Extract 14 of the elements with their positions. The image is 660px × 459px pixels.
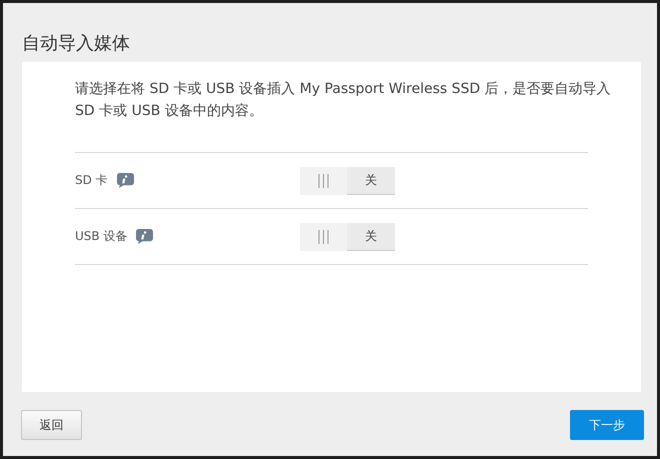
- toggle-switch[interactable]: 关: [300, 222, 395, 250]
- toggle-state: 关: [364, 172, 378, 188]
- setting-label: SD 卡: [75, 172, 108, 189]
- back-button[interactable]: 返回: [21, 410, 82, 440]
- toggle-state: 关: [364, 228, 378, 244]
- grip-icon: [300, 166, 347, 194]
- info-icon[interactable]: [135, 228, 154, 245]
- page-title: 自动导入媒体: [22, 32, 131, 56]
- info-icon[interactable]: [116, 172, 135, 189]
- next-button[interactable]: 下一步: [570, 410, 644, 440]
- grip-icon: [300, 222, 347, 250]
- toggle-switch[interactable]: 关: [300, 166, 395, 194]
- setting-label: USB 设备: [75, 228, 128, 245]
- description: 请选择在将 SD 卡或 USB 设备插入 My Passport Wireless SSD 后，是否要自动导入 SD 卡或 USB 设备中的内容。: [75, 80, 612, 121]
